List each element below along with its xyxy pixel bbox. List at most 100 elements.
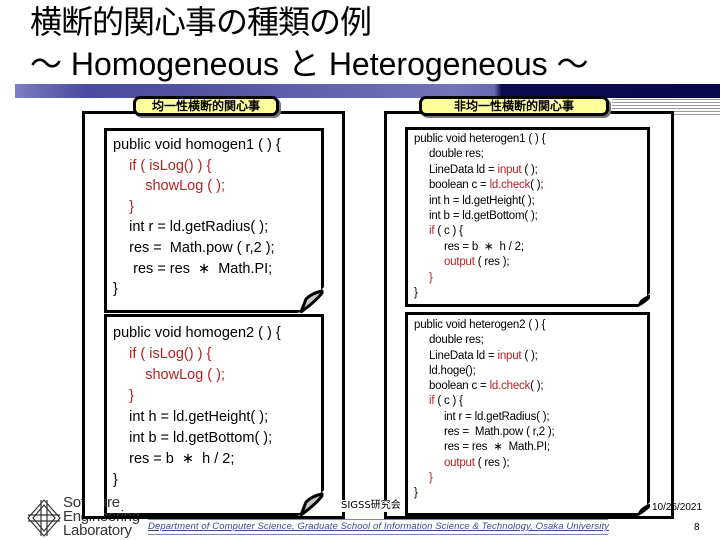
code-text: int b = ld.getBottom( ); — [414, 210, 538, 223]
code-block: public void homogen2 ( ) { if ( isLog() … — [113, 323, 281, 491]
code-line: res = b ∗ h / 2; — [113, 449, 281, 470]
code-text: ( c ) { — [434, 225, 463, 238]
code-text: } — [113, 281, 118, 298]
homogeneous-label: 均一性横断的関心事 — [133, 96, 279, 116]
code-highlight: } — [428, 271, 433, 284]
code-text: } — [414, 487, 418, 500]
code-line: double res; — [414, 147, 545, 162]
page-number: 8 — [694, 522, 700, 533]
code-highlight: input — [497, 349, 522, 362]
code-line: } — [414, 271, 545, 286]
code-text: res = b ∗ h / 2; — [414, 240, 524, 253]
code-text: ( ); — [521, 163, 538, 176]
code-highlight: } — [428, 471, 433, 484]
code-line: int b = ld.getBottom( ); — [414, 209, 545, 224]
code-text: public void homogen2 ( ) { — [113, 325, 281, 341]
code-text: int b = ld.getBottom( ); — [113, 430, 273, 446]
frame-gap-mask — [85, 490, 104, 516]
code-line: LineData ld = input ( ); — [414, 349, 555, 364]
code-line: } — [414, 286, 545, 301]
code-text: int h = ld.getHeight( ); — [113, 409, 269, 425]
code-text: ( c ) { — [434, 395, 463, 408]
code-highlight: } — [129, 388, 134, 404]
homogeneous-panel-bottom-edge — [82, 490, 345, 519]
code-highlight: showLog ( ); — [145, 367, 226, 383]
code-line: int r = ld.getRadius( ); — [113, 217, 281, 238]
code-highlight: input — [497, 163, 522, 176]
code-line: boolean c = ld.check( ); — [414, 178, 545, 193]
code-text: ld.hoge(); — [414, 364, 476, 377]
code-text: } — [414, 287, 418, 300]
code-text: LineData ld = — [414, 163, 498, 176]
code-line: showLog ( ); — [113, 365, 281, 386]
code-text: } — [113, 472, 118, 488]
footer-department: Department of Computer Science, Graduate… — [148, 519, 610, 535]
code-highlight: showLog ( ); — [145, 178, 226, 195]
code-line: public void heterogen2 ( ) { — [414, 318, 555, 333]
footer-venue: SIGSS研究会 — [341, 500, 401, 512]
code-text: ( ); — [521, 349, 538, 362]
code-highlight: if ( isLog() ) { — [129, 157, 212, 174]
code-highlight: ld.check — [489, 380, 531, 393]
heterogeneous-label: 非均一性横断的関心事 — [419, 96, 609, 116]
code-note-homogen2: public void homogen2 ( ) { if ( isLog() … — [104, 314, 324, 516]
code-text: res = res ∗ Math.PI; — [113, 260, 273, 277]
code-line: public void heterogen1 ( ) { — [414, 132, 545, 147]
code-text: res = res ∗ Math.PI; — [414, 441, 550, 454]
code-highlight: } — [129, 198, 134, 215]
code-line: LineData ld = input ( ); — [414, 163, 545, 178]
code-line: int r = ld.getRadius( ); — [414, 410, 555, 425]
code-line: } — [113, 470, 281, 491]
code-line: if ( c ) { — [414, 224, 545, 239]
code-text: ( ); — [530, 380, 544, 393]
code-block: public void heterogen2 ( ) { double res;… — [414, 318, 555, 502]
code-text: ( res ); — [474, 456, 510, 469]
code-line: int h = ld.getHeight( ); — [113, 407, 281, 428]
code-text: res = Math.pow ( r,2 ); — [113, 239, 275, 256]
page-curl-icon — [636, 293, 650, 307]
code-line: public void homogen1 ( ) { — [113, 135, 281, 156]
code-text: boolean c = — [414, 179, 490, 192]
code-line: if ( isLog() ) { — [113, 344, 281, 365]
page-curl-icon — [636, 502, 650, 516]
code-highlight: ld.check — [489, 179, 531, 192]
code-line: res = Math.pow ( r,2 ); — [414, 425, 555, 440]
code-text: ( ); — [530, 179, 544, 192]
footer-department-text: Department of Computer Science, Graduate… — [148, 521, 610, 532]
code-note-heterogen1: public void heterogen1 ( ) { double res;… — [405, 127, 650, 307]
code-line: if ( isLog() ) { — [113, 156, 281, 177]
code-line: showLog ( ); — [113, 176, 281, 197]
code-text: res = b ∗ h / 2; — [113, 451, 235, 467]
code-block: public void heterogen1 ( ) { double res;… — [414, 132, 545, 301]
code-line: res = res ∗ Math.PI; — [414, 440, 555, 455]
code-text: int r = ld.getRadius( ); — [113, 219, 269, 236]
code-line: } — [414, 471, 555, 486]
code-line: res = res ∗ Math.PI; — [113, 259, 281, 280]
code-line: output ( res ); — [414, 456, 555, 471]
code-line: } — [113, 386, 281, 407]
slide-subtitle: ～ Homogeneous と Heterogeneous ～ — [30, 46, 589, 82]
footer-date: 10/26/2021 — [652, 502, 703, 513]
code-line: ld.hoge(); — [414, 364, 555, 379]
code-note-homogen1: public void homogen1 ( ) { if ( isLog() … — [104, 128, 324, 313]
code-line: if ( c ) { — [414, 394, 555, 409]
code-text: res = Math.pow ( r,2 ); — [414, 426, 555, 439]
code-line: int h = ld.getHeight( ); — [414, 194, 545, 209]
title-underline-bar — [15, 84, 720, 98]
code-text: public void heterogen2 ( ) { — [414, 319, 546, 331]
code-text: LineData ld = — [414, 349, 498, 362]
code-text: double res; — [414, 334, 484, 347]
slide-title: 横断的関心事の種類の例 — [30, 3, 372, 41]
code-text: int h = ld.getHeight( ); — [414, 194, 535, 207]
code-line: } — [113, 279, 281, 300]
code-line: res = Math.pow ( r,2 ); — [113, 238, 281, 259]
